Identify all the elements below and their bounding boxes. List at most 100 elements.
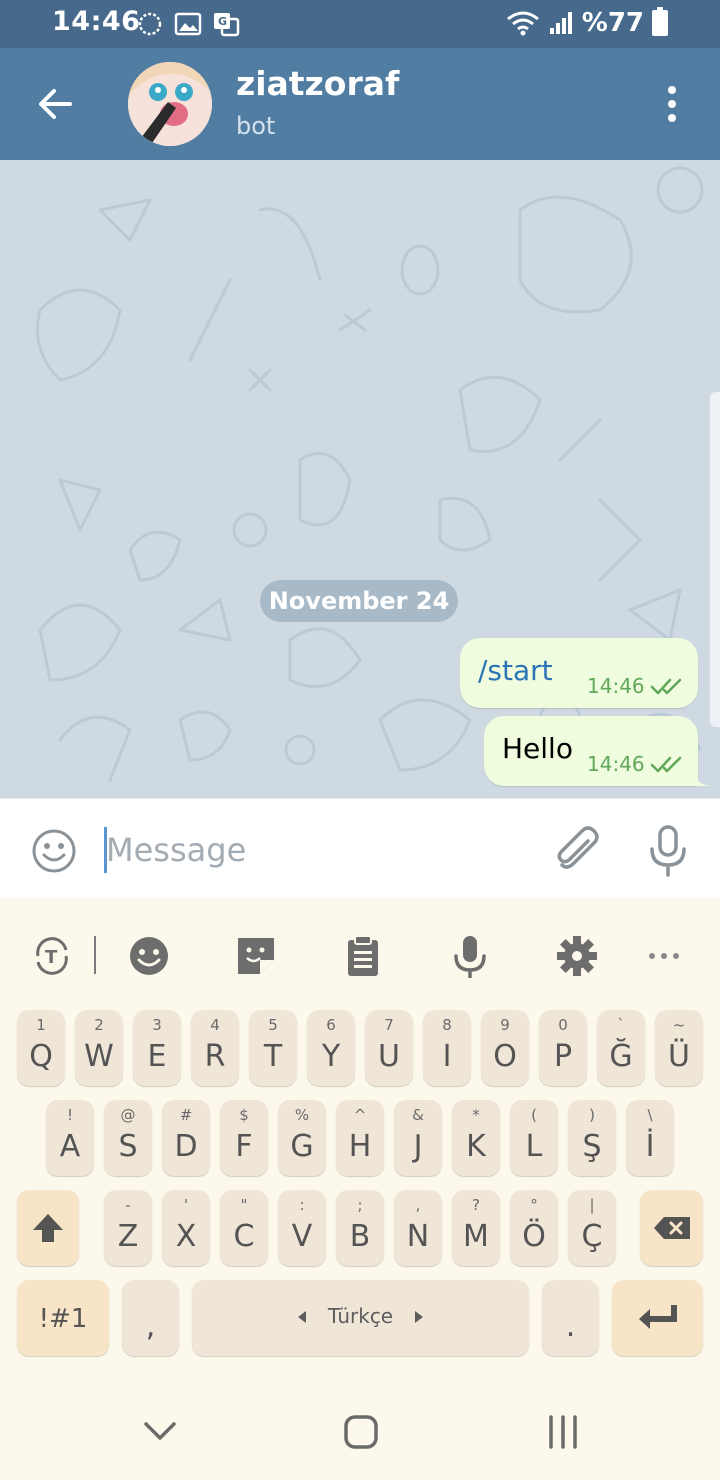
voice-record-button[interactable] <box>648 825 688 877</box>
key-m[interactable]: ? M <box>452 1190 500 1266</box>
toolbar-divider <box>94 936 96 974</box>
status-time: 14:46 <box>52 6 141 37</box>
key-i-dotted[interactable]: \ İ <box>626 1100 674 1176</box>
chat-area[interactable]: November 24 /start 14:46 Hello 14:46 <box>0 160 720 798</box>
nav-home-button[interactable] <box>341 1414 381 1450</box>
key-g[interactable]: % G <box>278 1100 326 1176</box>
backspace-key[interactable] <box>640 1190 703 1266</box>
nav-back-button[interactable] <box>140 1414 180 1450</box>
key-k[interactable]: * K <box>452 1100 500 1176</box>
microphone-icon <box>650 825 686 877</box>
message-bubble[interactable]: /start 14:46 <box>460 638 698 708</box>
language-right-arrow-icon <box>415 1311 423 1323</box>
key-v[interactable]: :V <box>278 1190 326 1266</box>
clipboard-icon <box>348 935 378 976</box>
enter-key[interactable] <box>612 1280 703 1356</box>
nav-recents-button[interactable] <box>544 1414 584 1450</box>
key-l[interactable]: (L <box>510 1100 558 1176</box>
read-check-icon <box>650 678 682 695</box>
chat-subtitle: bot <box>236 112 276 140</box>
key-c-cedilla[interactable]: | Ç <box>568 1190 616 1266</box>
shift-key[interactable] <box>17 1190 79 1266</box>
key-q[interactable]: 1Q <box>17 1010 65 1086</box>
svg-text:T: T <box>45 947 58 968</box>
voice-input-button[interactable] <box>448 934 492 979</box>
key-c[interactable]: " C <box>220 1190 268 1266</box>
key-o[interactable]: 9O <box>481 1010 529 1086</box>
period-key[interactable]: . <box>542 1280 599 1356</box>
date-separator: November 24 <box>260 580 458 622</box>
key-w[interactable]: 2W <box>75 1010 123 1086</box>
key-a[interactable]: ! A <box>46 1100 94 1176</box>
compose-bar <box>0 798 720 898</box>
paperclip-icon <box>557 826 599 869</box>
key-t[interactable]: 5T <box>249 1010 297 1086</box>
notification-icons: G <box>136 10 240 38</box>
chat-title: ziatzoraf <box>236 64 400 103</box>
back-button[interactable] <box>34 82 78 126</box>
key-j[interactable]: & J <box>394 1100 442 1176</box>
symbols-key[interactable]: !#1 <box>17 1280 109 1356</box>
emoji-icon <box>130 937 168 975</box>
message-text[interactable]: Hello <box>502 732 573 765</box>
key-e[interactable]: 3E <box>133 1010 181 1086</box>
chat-header: ziatzoraf bot <box>0 48 720 160</box>
status-bar: 14:46 G %77 <box>0 0 720 48</box>
key-y[interactable]: 6Y <box>307 1010 355 1086</box>
translate-icon: G <box>212 10 240 38</box>
more-menu-button[interactable] <box>660 84 684 124</box>
key-b[interactable]: ; B <box>336 1190 384 1266</box>
emoji-keyboard-button[interactable] <box>127 934 171 978</box>
attach-button[interactable] <box>554 825 600 875</box>
back-arrow-icon <box>39 89 72 119</box>
backspace-icon <box>653 1217 690 1239</box>
message-bubble[interactable]: Hello 14:46 <box>484 716 698 786</box>
key-u[interactable]: 7U <box>365 1010 413 1086</box>
battery-percent: %77 <box>581 8 644 38</box>
key-x[interactable]: ' X <box>162 1190 210 1266</box>
recents-icon <box>549 1415 577 1449</box>
message-text[interactable]: /start <box>478 654 553 687</box>
scrollbar[interactable] <box>710 392 720 727</box>
space-bar[interactable]: Türkçe <box>192 1280 529 1356</box>
key-r[interactable]: 4R <box>191 1010 239 1086</box>
message-input[interactable] <box>106 825 526 875</box>
bubble-tail <box>694 772 710 786</box>
text-cycle-icon: T <box>36 937 68 975</box>
message-time: 14:46 <box>587 752 645 776</box>
keyboard-settings-button[interactable] <box>555 934 599 978</box>
sync-icon <box>136 10 164 38</box>
text-style-button[interactable]: T <box>30 934 74 978</box>
system-navigation-bar <box>0 1384 720 1480</box>
key-z[interactable]: -Z <box>104 1190 152 1266</box>
key-i[interactable]: 8I <box>423 1010 471 1086</box>
more-horizontal-icon <box>649 953 679 959</box>
smiley-icon <box>32 829 76 873</box>
key-h[interactable]: ^ H <box>336 1100 384 1176</box>
key-p[interactable]: 0P <box>539 1010 587 1086</box>
more-options-button[interactable] <box>644 934 688 978</box>
key-s-cedilla[interactable]: ) Ş <box>568 1100 616 1176</box>
clipboard-button[interactable] <box>341 934 385 978</box>
avatar[interactable] <box>128 62 212 146</box>
shift-arrow-icon <box>33 1214 63 1242</box>
read-check-icon <box>650 756 682 773</box>
sticker-icon <box>238 938 274 974</box>
status-right: %77 <box>506 7 668 38</box>
key-o-umlaut[interactable]: ° Ö <box>510 1190 558 1266</box>
comma-key[interactable]: , <box>122 1280 179 1356</box>
more-vertical-icon <box>668 86 676 122</box>
home-square-icon <box>344 1415 378 1449</box>
wifi-icon <box>506 11 539 36</box>
key-s[interactable]: @ S <box>104 1100 152 1176</box>
key-f[interactable]: $ F <box>220 1100 268 1176</box>
emoji-button[interactable] <box>30 827 78 875</box>
language-label: Türkçe <box>327 1304 394 1328</box>
microphone-icon <box>454 936 486 979</box>
battery-icon <box>652 7 668 36</box>
key-g-breve[interactable]: ` Ğ <box>597 1010 645 1086</box>
sticker-button[interactable] <box>234 934 278 978</box>
key-d[interactable]: # D <box>162 1100 210 1176</box>
key-u-umlaut[interactable]: ~ Ü <box>655 1010 703 1086</box>
key-n[interactable]: ,N <box>394 1190 442 1266</box>
